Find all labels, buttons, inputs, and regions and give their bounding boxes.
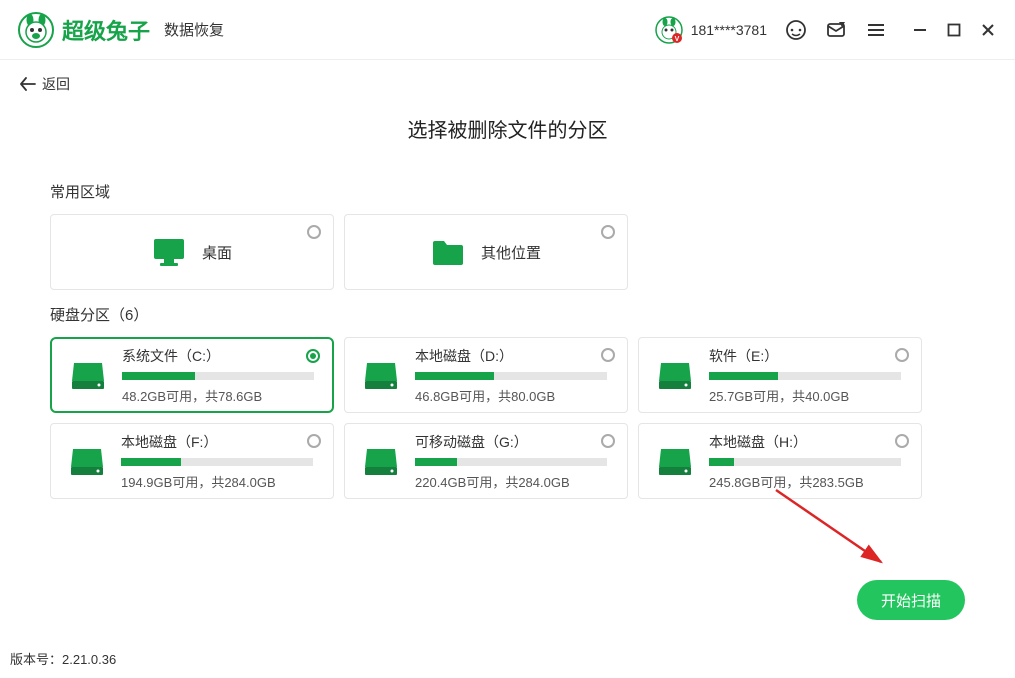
common-area-row: 桌面 其他位置 bbox=[50, 214, 965, 290]
drive-icon bbox=[657, 357, 693, 393]
back-button[interactable]: 返回 bbox=[0, 60, 1015, 100]
drive-info: 软件（E:） 25.7GB可用，共40.0GB bbox=[709, 346, 903, 405]
drive-usage: 25.7GB可用，共40.0GB bbox=[709, 386, 903, 405]
support-icon[interactable] bbox=[785, 19, 807, 41]
drive-usage: 220.4GB可用，共284.0GB bbox=[415, 472, 609, 491]
radio-indicator bbox=[307, 225, 321, 239]
drive-progress bbox=[415, 458, 607, 466]
drives-section-label: 硬盘分区（6） bbox=[50, 304, 965, 325]
common-section-label: 常用区域 bbox=[50, 181, 965, 202]
minimize-button[interactable] bbox=[911, 21, 929, 39]
drive-card[interactable]: 本地磁盘（D:） 46.8GB可用，共80.0GB bbox=[344, 337, 628, 413]
drive-progress bbox=[709, 458, 901, 466]
common-card-desktop[interactable]: 桌面 bbox=[50, 214, 334, 290]
drive-card[interactable]: 本地磁盘（F:） 194.9GB可用，共284.0GB bbox=[50, 423, 334, 499]
drive-name: 本地磁盘（D:） bbox=[415, 346, 609, 366]
drive-card[interactable]: 系统文件（C:） 48.2GB可用，共78.6GB bbox=[50, 337, 334, 413]
close-button[interactable] bbox=[979, 21, 997, 39]
drive-icon bbox=[70, 357, 106, 393]
version-label: 版本号：2.21.0.36 bbox=[10, 649, 116, 668]
menu-icon[interactable] bbox=[865, 19, 887, 41]
drive-info: 本地磁盘（F:） 194.9GB可用，共284.0GB bbox=[121, 432, 315, 491]
page-title: 选择被删除文件的分区 bbox=[0, 100, 1015, 167]
brand-name: 超级兔子 bbox=[62, 14, 150, 46]
back-label: 返回 bbox=[42, 74, 70, 94]
radio-indicator bbox=[895, 434, 909, 448]
feedback-icon[interactable] bbox=[825, 19, 847, 41]
common-card-folder[interactable]: 其他位置 bbox=[344, 214, 628, 290]
drive-usage: 245.8GB可用，共283.5GB bbox=[709, 472, 903, 491]
back-arrow-icon bbox=[20, 77, 36, 91]
radio-indicator bbox=[307, 434, 321, 448]
header-left: 超级兔子 数据恢复 bbox=[18, 12, 224, 48]
drive-name: 软件（E:） bbox=[709, 346, 903, 366]
drive-icon bbox=[363, 357, 399, 393]
drive-usage: 46.8GB可用，共80.0GB bbox=[415, 386, 609, 405]
drive-usage: 194.9GB可用，共284.0GB bbox=[121, 472, 315, 491]
user-info[interactable]: V 181****3781 bbox=[655, 16, 767, 44]
drive-icon bbox=[657, 443, 693, 479]
window-controls bbox=[911, 21, 997, 39]
content-area: 常用区域 桌面 其他位置 硬盘分区（6） 系统文件（C:） 48.2GB可用，共78… bbox=[0, 181, 1015, 499]
header-right: V 181****3781 bbox=[655, 16, 997, 44]
user-phone: 181****3781 bbox=[691, 22, 767, 38]
radio-indicator bbox=[601, 348, 615, 362]
drive-icon bbox=[363, 443, 399, 479]
radio-indicator bbox=[601, 434, 615, 448]
drive-info: 本地磁盘（H:） 245.8GB可用，共283.5GB bbox=[709, 432, 903, 491]
drive-progress bbox=[709, 372, 901, 380]
desktop-icon bbox=[152, 237, 186, 267]
start-scan-button[interactable]: 开始扫描 bbox=[857, 580, 965, 620]
maximize-button[interactable] bbox=[945, 21, 963, 39]
drive-progress bbox=[122, 372, 314, 380]
radio-indicator bbox=[306, 349, 320, 363]
drive-usage: 48.2GB可用，共78.6GB bbox=[122, 386, 314, 405]
drive-info: 可移动磁盘（G:） 220.4GB可用，共284.0GB bbox=[415, 432, 609, 491]
user-avatar-icon: V bbox=[655, 16, 683, 44]
drive-progress bbox=[121, 458, 313, 466]
brand-subtitle: 数据恢复 bbox=[164, 19, 224, 40]
radio-indicator bbox=[601, 225, 615, 239]
drive-info: 系统文件（C:） 48.2GB可用，共78.6GB bbox=[122, 346, 314, 405]
app-logo-icon bbox=[18, 12, 54, 48]
folder-icon bbox=[431, 237, 465, 267]
common-card-label: 其他位置 bbox=[481, 242, 541, 263]
radio-indicator bbox=[895, 348, 909, 362]
app-header: 超级兔子 数据恢复 V 181****3781 bbox=[0, 0, 1015, 60]
drive-card[interactable]: 软件（E:） 25.7GB可用，共40.0GB bbox=[638, 337, 922, 413]
drive-card[interactable]: 本地磁盘（H:） 245.8GB可用，共283.5GB bbox=[638, 423, 922, 499]
drive-icon bbox=[69, 443, 105, 479]
drive-name: 系统文件（C:） bbox=[122, 346, 314, 366]
drive-info: 本地磁盘（D:） 46.8GB可用，共80.0GB bbox=[415, 346, 609, 405]
drive-card[interactable]: 可移动磁盘（G:） 220.4GB可用，共284.0GB bbox=[344, 423, 628, 499]
svg-text:V: V bbox=[674, 36, 679, 43]
drives-row: 系统文件（C:） 48.2GB可用，共78.6GB 本地磁盘（D:） 46.8GB可用… bbox=[50, 337, 965, 499]
drive-name: 本地磁盘（F:） bbox=[121, 432, 315, 452]
drive-progress bbox=[415, 372, 607, 380]
drive-name: 可移动磁盘（G:） bbox=[415, 432, 609, 452]
common-card-label: 桌面 bbox=[202, 242, 232, 263]
drive-name: 本地磁盘（H:） bbox=[709, 432, 903, 452]
